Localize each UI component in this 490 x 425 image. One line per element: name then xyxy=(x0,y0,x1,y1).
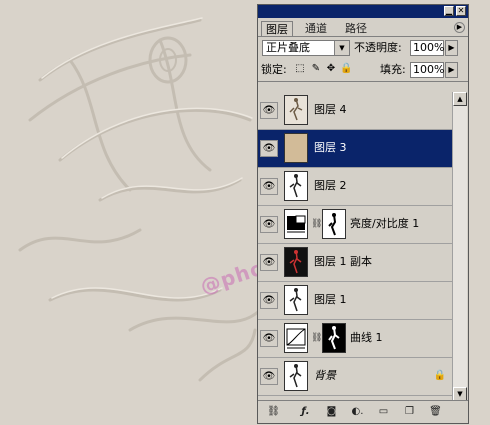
tab-paths[interactable]: 路径 xyxy=(341,21,371,36)
layer-mask-thumbnail xyxy=(322,209,346,239)
eye-icon[interactable]: 👁 xyxy=(260,102,278,119)
panel-tabs: 图层 通道 路径 ▶ xyxy=(258,18,468,37)
layer-name: 背景 xyxy=(314,369,336,382)
chain-link-icon[interactable]: ⛓ xyxy=(311,333,322,343)
mask-icon[interactable]: ◙ xyxy=(324,405,339,419)
eye-icon[interactable]: 👁 xyxy=(260,216,278,233)
eye-icon[interactable]: 👁 xyxy=(260,368,278,385)
lock-label: 锁定: xyxy=(261,63,287,76)
layer-row[interactable]: 👁 图层 1 xyxy=(258,282,452,320)
layer-row-selected[interactable]: 👁 图层 3 xyxy=(258,130,452,168)
lock-row: 锁定: ⬚ ✎ ✥ 🔒 填充: 100% ▶ xyxy=(258,59,468,82)
tab-channels[interactable]: 通道 xyxy=(301,21,331,36)
eye-icon[interactable]: 👁 xyxy=(260,330,278,347)
layer-mask-thumbnail xyxy=(322,323,346,353)
panel-bottom-toolbar: ⛓ ƒ. ◙ ◐. ▭ ❐ 🗑 xyxy=(258,400,468,423)
padlock-icon[interactable]: 🔒 xyxy=(340,63,352,75)
chevron-down-icon[interactable]: ▼ xyxy=(334,41,349,55)
transparency-lock-icon[interactable]: ⬚ xyxy=(294,63,306,75)
layer-thumbnail xyxy=(284,171,308,201)
eye-icon[interactable]: 👁 xyxy=(260,254,278,271)
layer-name: 图层 1 副本 xyxy=(314,255,372,268)
opacity-input[interactable]: 100% xyxy=(410,40,444,56)
scroll-up-icon[interactable]: ▲ xyxy=(453,92,467,106)
layer-style-icon[interactable]: ƒ. xyxy=(298,405,313,419)
eye-icon[interactable]: 👁 xyxy=(260,140,278,157)
brush-lock-icon[interactable]: ✎ xyxy=(310,63,322,75)
tab-layers[interactable]: 图层 xyxy=(261,21,293,36)
blend-mode-value: 正片叠底 xyxy=(266,41,310,54)
blend-mode-select[interactable]: 正片叠底 ▼ xyxy=(262,40,350,56)
layer-row-background[interactable]: 👁 背景 🔒 xyxy=(258,358,452,396)
layer-name: 图层 4 xyxy=(314,103,347,116)
fill-input[interactable]: 100% xyxy=(410,62,444,78)
layer-thumbnail xyxy=(284,361,308,391)
panel-menu-arrow-icon[interactable]: ▶ xyxy=(454,22,465,33)
opacity-label: 不透明度: xyxy=(354,41,402,54)
curves-icon xyxy=(284,323,308,353)
layer-thumbnail xyxy=(284,247,308,277)
layer-row[interactable]: 👁 图层 4 xyxy=(258,92,452,130)
fill-slider-arrow-icon[interactable]: ▶ xyxy=(445,62,458,78)
layer-row[interactable]: 👁 ⛓ 曲线 1 xyxy=(258,320,452,358)
layer-name: 图层 3 xyxy=(314,141,347,154)
blend-row: 正片叠底 ▼ 不透明度: 100% ▶ xyxy=(258,37,468,59)
opacity-slider-arrow-icon[interactable]: ▶ xyxy=(445,40,458,56)
layer-name: 图层 1 xyxy=(314,293,347,306)
layer-name: 亮度/对比度 1 xyxy=(350,217,420,230)
fill-label: 填充: xyxy=(380,63,406,76)
eye-icon[interactable]: 👁 xyxy=(260,178,278,195)
adjustment-layer-icon[interactable]: ◐. xyxy=(350,405,365,419)
close-icon[interactable]: ✕ xyxy=(456,6,466,16)
move-lock-icon[interactable]: ✥ xyxy=(325,63,337,75)
layer-thumbnail xyxy=(284,95,308,125)
layer-thumbnail xyxy=(284,285,308,315)
layer-name: 图层 2 xyxy=(314,179,347,192)
link-icon[interactable]: ⛓ xyxy=(266,405,281,419)
layer-row[interactable]: 👁 图层 2 xyxy=(258,168,452,206)
layer-name: 曲线 1 xyxy=(350,331,383,344)
layers-scrollbar[interactable]: ▲ ▼ xyxy=(452,92,467,401)
new-group-icon[interactable]: ▭ xyxy=(376,405,391,419)
panel-titlebar[interactable]: ▁ ✕ xyxy=(258,5,468,18)
lock-icon: 🔒 xyxy=(433,370,446,381)
new-layer-icon[interactable]: ❐ xyxy=(402,405,417,419)
eye-icon[interactable]: 👁 xyxy=(260,292,278,309)
brightness-contrast-icon xyxy=(284,209,308,239)
scroll-down-icon[interactable]: ▼ xyxy=(453,387,467,401)
minimize-icon[interactable]: ▁ xyxy=(444,6,454,16)
layers-panel: ▁ ✕ 图层 通道 路径 ▶ 正片叠底 ▼ 不透明度: 100% ▶ 锁定: ⬚… xyxy=(257,4,469,424)
layers-list: 👁 图层 4 👁 图层 3 👁 图层 2 👁 ⛓ 亮度/对比度 1 👁 图层 1… xyxy=(258,92,452,401)
chain-link-icon[interactable]: ⛓ xyxy=(311,219,322,229)
layer-row[interactable]: 👁 ⛓ 亮度/对比度 1 xyxy=(258,206,452,244)
layer-row[interactable]: 👁 图层 1 副本 xyxy=(258,244,452,282)
trash-icon[interactable]: 🗑 xyxy=(428,405,443,419)
layer-thumbnail xyxy=(284,133,308,163)
